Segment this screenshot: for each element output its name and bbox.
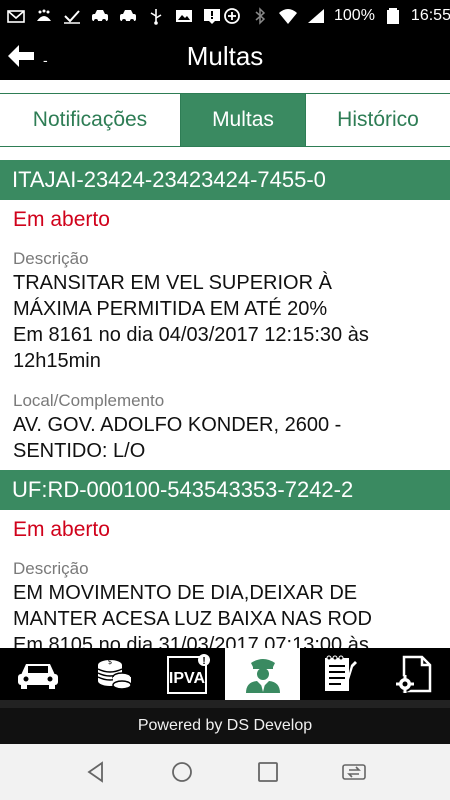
nav-payments[interactable]: $	[75, 648, 150, 700]
system-switch-button[interactable]	[311, 744, 397, 800]
tab-historico[interactable]: Histórico	[306, 94, 450, 146]
divider	[0, 700, 450, 708]
car-icon-2	[118, 7, 138, 25]
app-subtitle: -	[43, 52, 48, 68]
tab-notificacoes[interactable]: Notificações	[0, 94, 181, 146]
nav-ipva[interactable]: IPVA!	[150, 648, 225, 700]
svg-text:$: $	[107, 658, 111, 666]
description-line: MANTER ACESA LUZ BAIXA NAS ROD	[13, 608, 372, 630]
ipva-document-icon: IPVA!	[166, 654, 210, 694]
nav-settings[interactable]	[375, 648, 450, 700]
home-circle-icon	[172, 762, 192, 782]
mail-icon	[6, 7, 26, 25]
svg-text:!: !	[202, 656, 205, 667]
system-back-button[interactable]	[53, 744, 139, 800]
tab-multas[interactable]: Multas	[181, 94, 306, 146]
fine-details: Em aberto Descrição TRANSITAR EM VEL SUP…	[0, 200, 450, 470]
coins-icon: $	[97, 658, 132, 690]
nav-fines[interactable]	[225, 648, 300, 700]
description-line: 12h15min	[13, 350, 101, 372]
fine-id: UF:RD-000100-543543353-7242-2	[0, 470, 450, 510]
system-navigation-bar	[0, 744, 450, 800]
fine-status: Em aberto	[13, 208, 110, 231]
powered-by-footer: Powered by DS Develop	[0, 708, 450, 744]
alert-message-icon	[202, 7, 222, 25]
description-line: MÁXIMA PERMITIDA EM ATÉ 20%	[13, 298, 328, 320]
location-line: AV. GOV. ADOLFO KONDER, 2600 -	[13, 414, 342, 436]
data-saver-icon	[222, 7, 242, 25]
bottom-navigation: $ IPVA!	[0, 648, 450, 700]
fine-card[interactable]: ITAJAI-23424-23423424-7455-0 Em aberto D…	[0, 160, 450, 470]
fine-card[interactable]: UF:RD-000100-543543353-7242-2 Em aberto …	[0, 470, 450, 648]
back-arrow-icon	[8, 45, 34, 67]
car-icon	[17, 664, 58, 689]
system-indicators: 100% 16:55	[222, 7, 450, 25]
back-triangle-icon	[87, 761, 103, 783]
system-recents-button[interactable]	[225, 744, 311, 800]
document-settings-icon	[395, 655, 431, 693]
location-label: Local/Complemento	[13, 391, 165, 410]
nav-vehicles[interactable]	[0, 648, 75, 700]
police-officer-icon	[245, 659, 280, 693]
fine-details: Em aberto Descrição EM MOVIMENTO DE DIA,…	[0, 510, 450, 648]
spa-icon	[34, 7, 54, 25]
bluetooth-icon	[250, 7, 270, 25]
description-label: Descrição	[13, 559, 89, 578]
check-icon	[62, 7, 82, 25]
description-line: TRANSITAR EM VEL SUPERIOR À	[13, 272, 332, 294]
battery-icon	[383, 7, 403, 25]
battery-percentage: 100%	[334, 7, 375, 24]
status-bar: 100% 16:55	[0, 0, 450, 32]
svg-text:IPVA: IPVA	[168, 670, 205, 687]
wifi-icon	[278, 7, 298, 25]
usb-icon	[146, 7, 166, 25]
description-label: Descrição	[13, 249, 89, 268]
system-home-button[interactable]	[139, 744, 225, 800]
description-line: Em 8161 no dia 04/03/2017 12:15:30 às	[13, 324, 369, 346]
description-line: Em 8105 no dia 31/03/2017 07:13:00 às	[13, 634, 369, 648]
location-line: SENTIDO: L/O	[13, 440, 146, 462]
clock: 16:55	[410, 7, 450, 24]
fines-list[interactable]: ITAJAI-23424-23423424-7455-0 Em aberto D…	[0, 160, 450, 648]
image-icon	[174, 7, 194, 25]
car-icon	[90, 7, 110, 25]
notification-icons	[6, 7, 222, 25]
fine-status: Em aberto	[13, 518, 110, 541]
notepad-icon	[324, 655, 357, 691]
page-title: Multas	[186, 40, 264, 71]
description-line: EM MOVIMENTO DE DIA,DEIXAR DE	[13, 582, 358, 604]
nav-notes[interactable]	[300, 648, 375, 700]
app-bar: - Multas	[0, 32, 450, 80]
signal-icon	[306, 7, 326, 25]
recents-square-icon	[258, 762, 278, 782]
switch-apps-icon	[342, 764, 366, 780]
tab-bar: Notificações Multas Histórico	[0, 93, 450, 147]
fine-id: ITAJAI-23424-23423424-7455-0	[0, 160, 450, 200]
